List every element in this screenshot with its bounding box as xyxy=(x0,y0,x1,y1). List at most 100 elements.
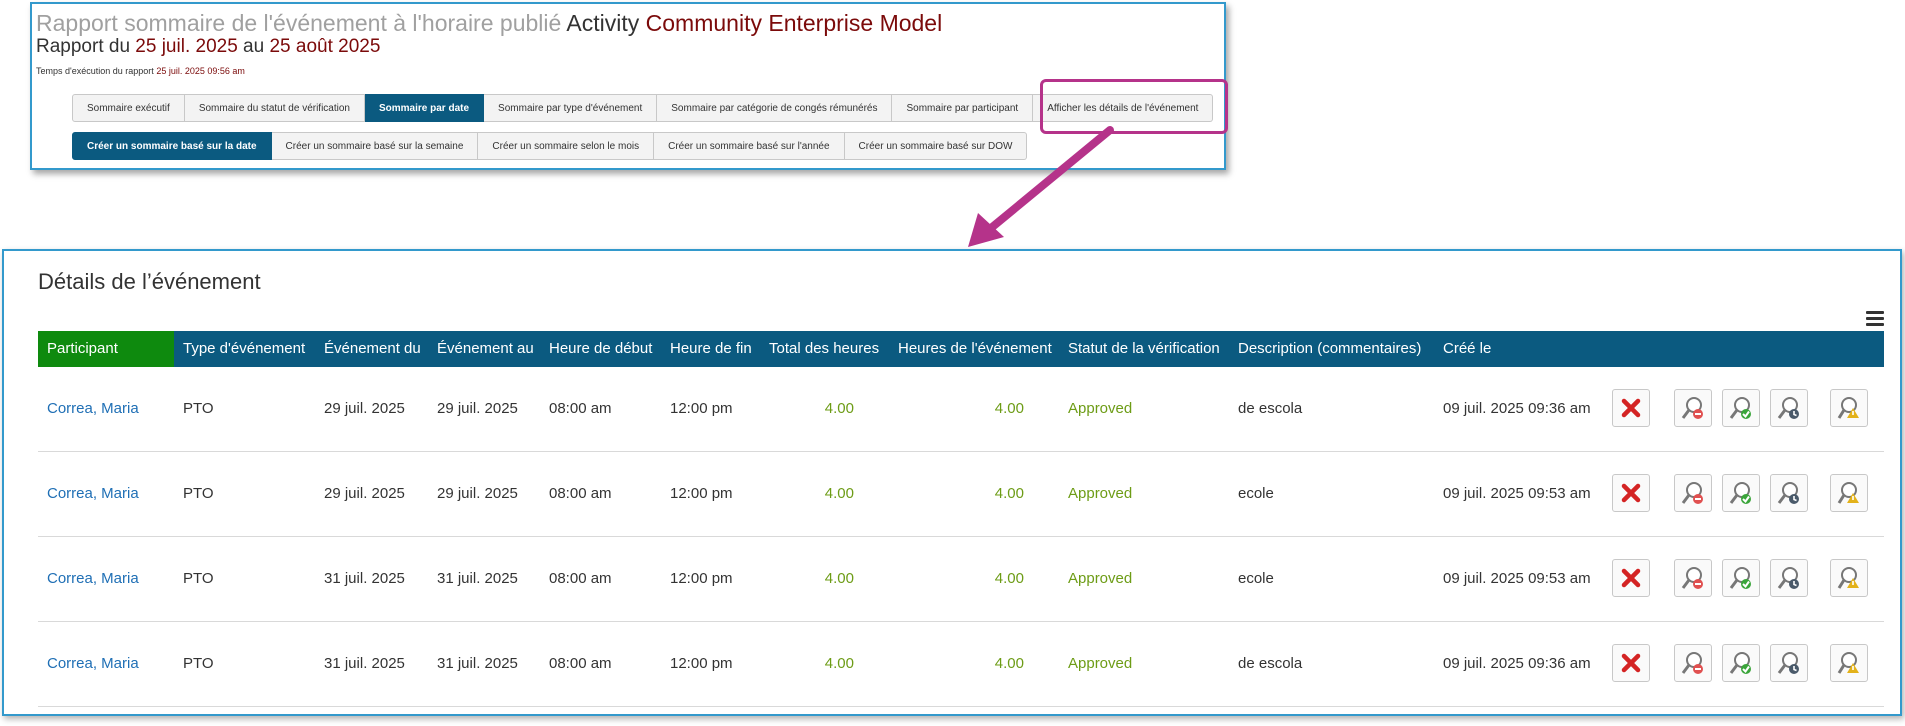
details-title: Détails de l’événement xyxy=(38,269,261,294)
delete-button[interactable] xyxy=(1612,474,1650,512)
table-row: Correa, Maria PTO 29 juil. 2025 29 juil. 20… xyxy=(38,367,1884,452)
delete-button[interactable] xyxy=(1612,389,1650,427)
pending-view-button[interactable] xyxy=(1770,644,1808,682)
col-event-hours[interactable]: Heures de l'événement xyxy=(898,331,1052,367)
tab-summary-by-pto-category[interactable]: Sommaire par catégorie de congés rémunér… xyxy=(657,94,893,122)
pending-view-button[interactable] xyxy=(1770,559,1808,597)
approve-view-button[interactable] xyxy=(1722,474,1760,512)
created-on: 09 juil. 2025 09:36 am xyxy=(1443,655,1591,672)
report-title-activity: Activity xyxy=(566,10,640,36)
verification-status: Approved xyxy=(1068,485,1133,502)
warning-view-icon xyxy=(1836,395,1862,421)
pending-view-button[interactable] xyxy=(1770,389,1808,427)
event-to: 29 juil. 2025 xyxy=(437,485,518,502)
participant-link[interactable]: Correa, Maria xyxy=(47,537,139,621)
col-event-to[interactable]: Événement au xyxy=(437,331,534,367)
tab-summary-by-participant[interactable]: Sommaire par participant xyxy=(892,94,1034,122)
event-hours: 4.00 xyxy=(994,655,1024,672)
reject-view-button[interactable] xyxy=(1674,474,1712,512)
report-title-prefix: Rapport sommaire de l'événement à l'hora… xyxy=(36,10,562,36)
warning-view-button[interactable] xyxy=(1830,389,1868,427)
report-date-to: 25 août 2025 xyxy=(269,36,381,57)
end-time: 12:00 pm xyxy=(670,400,733,417)
table-row: Correa, Maria PTO 29 juil. 2025 29 juil. 20… xyxy=(38,452,1884,537)
delete-icon xyxy=(1618,480,1644,506)
warning-view-button[interactable] xyxy=(1830,644,1868,682)
reject-view-button[interactable] xyxy=(1674,559,1712,597)
annotation-arrow xyxy=(968,126,1114,247)
reject-view-icon xyxy=(1680,565,1706,591)
col-event-type[interactable]: Type d'événement xyxy=(183,331,305,367)
warning-view-button[interactable] xyxy=(1830,474,1868,512)
approve-view-icon xyxy=(1728,650,1754,676)
event-hours: 4.00 xyxy=(994,570,1024,587)
col-created-on[interactable]: Créé le xyxy=(1443,331,1491,367)
exec-time-value: 25 juil. 2025 09:56 am xyxy=(156,66,245,76)
verification-status: Approved xyxy=(1068,400,1133,417)
grid-body: Correa, Maria PTO 29 juil. 2025 29 juil. 20… xyxy=(38,367,1884,707)
pending-view-icon xyxy=(1776,395,1802,421)
subtab-by-date[interactable]: Créer un sommaire basé sur la date xyxy=(72,132,272,160)
created-on: 09 juil. 2025 09:53 am xyxy=(1443,570,1591,587)
total-hours: 4.00 xyxy=(824,485,854,502)
verification-status: Approved xyxy=(1068,570,1133,587)
report-title-org: Community Enterprise Model xyxy=(645,10,943,36)
participant-link[interactable]: Correa, Maria xyxy=(47,622,139,706)
event-to: 29 juil. 2025 xyxy=(437,400,518,417)
approve-view-button[interactable] xyxy=(1722,559,1760,597)
report-exec-time: Temps d'exécution du rapport 25 juil. 20… xyxy=(36,66,245,76)
event-details-panel: Détails de l’événement Participant Type … xyxy=(2,249,1902,716)
report-date-from: 25 juil. 2025 xyxy=(135,36,238,57)
col-verification-status[interactable]: Statut de la vérification xyxy=(1068,331,1220,367)
report-date-range: Rapport du 25 juil. 2025 au 25 août 2025 xyxy=(36,36,380,58)
col-start-time[interactable]: Heure de début xyxy=(549,331,652,367)
subtab-by-month[interactable]: Créer un sommaire selon le mois xyxy=(478,132,655,160)
reject-view-button[interactable] xyxy=(1674,389,1712,427)
start-time: 08:00 am xyxy=(549,485,612,502)
created-on: 09 juil. 2025 09:53 am xyxy=(1443,485,1591,502)
tab-summary-by-event-type[interactable]: Sommaire par type d'événement xyxy=(484,94,658,122)
warning-view-icon xyxy=(1836,565,1862,591)
event-hours: 4.00 xyxy=(994,400,1024,417)
description: ecole xyxy=(1238,570,1274,587)
subtab-by-week[interactable]: Créer un sommaire basé sur la semaine xyxy=(271,132,479,160)
col-event-from[interactable]: Événement du xyxy=(324,331,421,367)
event-hours: 4.00 xyxy=(994,485,1024,502)
description: de escola xyxy=(1238,400,1303,417)
col-description[interactable]: Description (commentaires) xyxy=(1238,331,1421,367)
col-end-time[interactable]: Heure de fin xyxy=(670,331,752,367)
delete-icon xyxy=(1618,650,1644,676)
warning-view-button[interactable] xyxy=(1830,559,1868,597)
tab-summary-by-date[interactable]: Sommaire par date xyxy=(365,94,485,122)
reject-view-button[interactable] xyxy=(1674,644,1712,682)
tab-executive-summary[interactable]: Sommaire exécutif xyxy=(72,94,185,122)
delete-button[interactable] xyxy=(1612,644,1650,682)
event-from: 29 juil. 2025 xyxy=(324,485,405,502)
participant-link[interactable]: Correa, Maria xyxy=(47,452,139,536)
hamburger-menu-icon[interactable] xyxy=(1866,311,1884,327)
event-from: 31 juil. 2025 xyxy=(324,570,405,587)
event-type: PTO xyxy=(183,485,214,502)
participant-link[interactable]: Correa, Maria xyxy=(47,367,139,451)
col-participant[interactable]: Participant xyxy=(38,331,174,367)
event-from: 29 juil. 2025 xyxy=(324,400,405,417)
event-from: 31 juil. 2025 xyxy=(324,655,405,672)
tab-show-event-details[interactable]: Afficher les détails de l'événement xyxy=(1033,94,1214,122)
table-row: Correa, Maria PTO 31 juil. 2025 31 juil. 20… xyxy=(38,622,1884,707)
col-total-hours[interactable]: Total des heures xyxy=(769,331,879,367)
event-to: 31 juil. 2025 xyxy=(437,570,518,587)
approve-view-button[interactable] xyxy=(1722,644,1760,682)
pending-view-button[interactable] xyxy=(1770,474,1808,512)
delete-icon xyxy=(1618,395,1644,421)
delete-button[interactable] xyxy=(1612,559,1650,597)
end-time: 12:00 pm xyxy=(670,485,733,502)
subtab-by-year[interactable]: Créer un sommaire basé sur l'année xyxy=(654,132,845,160)
exec-time-label: Temps d'exécution du rapport xyxy=(36,66,154,76)
pending-view-icon xyxy=(1776,650,1802,676)
end-time: 12:00 pm xyxy=(670,655,733,672)
approve-view-button[interactable] xyxy=(1722,389,1760,427)
event-to: 31 juil. 2025 xyxy=(437,655,518,672)
pending-view-icon xyxy=(1776,480,1802,506)
verification-status: Approved xyxy=(1068,655,1133,672)
tab-verification-status-summary[interactable]: Sommaire du statut de vérification xyxy=(184,94,365,122)
